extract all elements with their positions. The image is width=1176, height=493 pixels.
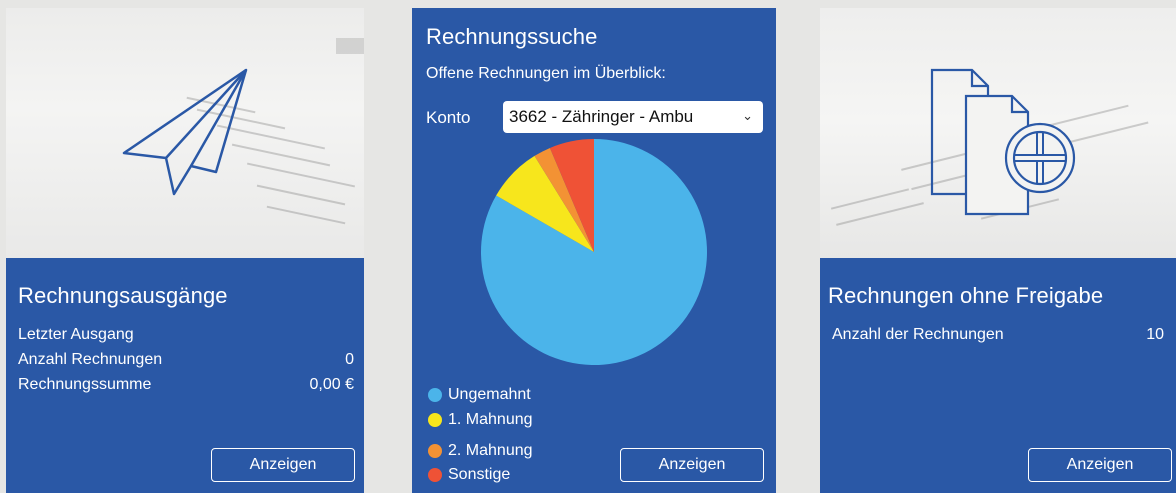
- invoice-count-label: Anzahl der Rechnungen: [832, 326, 1004, 343]
- legend-item-2-mahnung: 2. Mahnung: [428, 442, 533, 460]
- unapproved-invoices-panel: Rechnungen ohne Freigabe Anzahl der Rech…: [820, 258, 1176, 493]
- legend-item-ungemahnt: Ungemahnt: [428, 386, 531, 404]
- chevron-down-icon: ⌄: [742, 108, 753, 123]
- documents-stamp-icon: [930, 68, 1076, 216]
- legend-dot: [428, 413, 442, 427]
- outgoing-invoices-panel: Rechnungsausgänge Letzter Ausgang Anzahl…: [6, 258, 364, 493]
- card-subtitle: Offene Rechnungen im Überblick:: [426, 65, 666, 82]
- legend-item-1-mahnung: 1. Mahnung: [428, 411, 533, 429]
- outgoing-invoices-card: Rechnungsausgänge Letzter Ausgang Anzahl…: [6, 8, 364, 493]
- invoice-sum-label: Rechnungssumme: [18, 376, 152, 393]
- konto-select-value: 3662 - Zähringer - Ambu: [509, 107, 694, 126]
- konto-label: Konto: [426, 108, 471, 127]
- show-outgoing-button[interactable]: Anzeigen: [211, 448, 355, 482]
- legend-dot: [428, 444, 442, 458]
- open-invoices-pie-chart: [481, 139, 707, 365]
- legend-label: Sonstige: [448, 466, 511, 483]
- show-unapproved-button[interactable]: Anzeigen: [1028, 448, 1172, 482]
- legend-label: 2. Mahnung: [448, 442, 533, 459]
- legend-item-sonstige: Sonstige: [428, 466, 510, 484]
- invoice-count-value: 10: [1146, 326, 1164, 343]
- card-title: Rechnungen ohne Freigabe: [828, 283, 1104, 308]
- legend-dot: [428, 468, 442, 482]
- legend-label: Ungemahnt: [448, 386, 531, 403]
- last-outgoing-label: Letzter Ausgang: [18, 326, 134, 343]
- unapproved-invoices-card: Rechnungen ohne Freigabe Anzahl der Rech…: [820, 8, 1176, 493]
- card-title: Rechnungsausgänge: [18, 283, 228, 308]
- show-search-button[interactable]: Anzeigen: [620, 448, 764, 482]
- legend-label: 1. Mahnung: [448, 411, 533, 428]
- outgoing-invoices-image: [6, 8, 364, 258]
- unapproved-invoices-image: [820, 8, 1176, 258]
- card-title: Rechnungssuche: [426, 24, 598, 49]
- legend-dot: [428, 388, 442, 402]
- paper-plane-icon: [122, 68, 248, 196]
- invoice-search-card: Rechnungssuche Offene Rechnungen im Über…: [412, 8, 776, 493]
- invoice-count-value: 0: [345, 351, 354, 368]
- konto-select[interactable]: 3662 - Zähringer - Ambu ⌄: [503, 101, 763, 133]
- invoice-sum-value: 0,00 €: [309, 376, 354, 393]
- invoice-count-label: Anzahl Rechnungen: [18, 351, 163, 368]
